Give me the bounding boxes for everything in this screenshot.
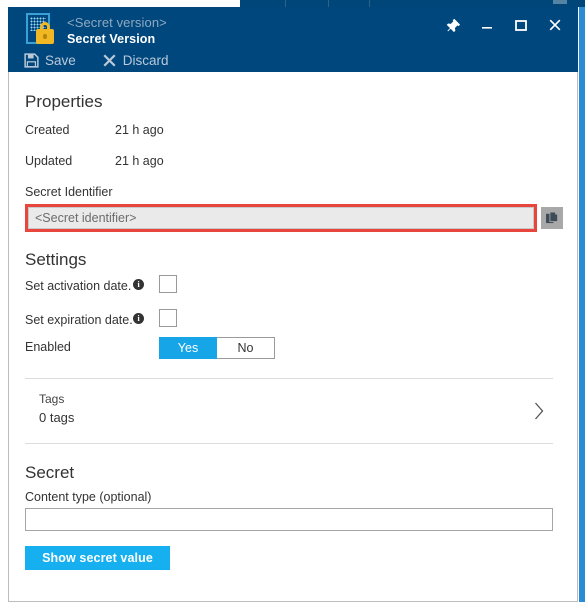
top-strip [0,0,585,7]
copy-icon[interactable] [541,207,563,229]
maximize-icon[interactable] [504,11,538,39]
content-type-label: Content type (optional) [25,490,152,504]
save-button[interactable]: Save [18,51,82,70]
key-vault-secret-icon [22,12,58,48]
top-strip-gloss [553,0,567,4]
tags-row[interactable]: Tags 0 tags [25,378,553,444]
title-bar: <Secret version> Secret Version Save Dis… [8,7,578,72]
properties-heading: Properties [25,92,103,111]
updated-value: 21 h ago [115,154,164,168]
chevron-right-icon [533,401,545,426]
set-activation-date-label: Set activation date. [25,279,132,293]
secret-identifier-input[interactable] [28,207,534,229]
enabled-toggle-yes[interactable]: Yes [159,337,217,359]
info-icon[interactable]: i [133,313,144,324]
enabled-label: Enabled [25,340,71,354]
close-icon[interactable] [538,11,572,39]
tags-label: Tags [39,392,65,406]
pin-icon[interactable] [436,11,470,39]
page-title: Secret Version [67,32,156,46]
window-controls [436,11,572,39]
secret-version-blade: <Secret version> Secret Version Save Dis… [0,0,585,602]
vertical-scrollbar[interactable] [579,0,585,602]
show-secret-value-button[interactable]: Show secret value [25,546,170,570]
blade-content-panel: Properties Created 21 h ago Updated 21 h… [8,72,578,602]
discard-icon [102,53,117,68]
save-icon [24,53,39,68]
discard-label: Discard [122,53,169,68]
command-toolbar: Save Discard [18,51,175,70]
settings-heading: Settings [25,250,87,269]
enabled-toggle-no[interactable]: No [217,337,275,359]
top-strip-tick [328,0,329,7]
created-label: Created [25,123,70,137]
minimize-icon[interactable] [470,11,504,39]
secret-identifier-highlight [25,204,537,232]
top-strip-blank [0,0,240,7]
save-label: Save [45,53,76,68]
created-value: 21 h ago [115,123,164,137]
info-icon[interactable]: i [133,279,144,290]
secret-identifier-label: Secret Identifier [25,185,113,199]
top-strip-tick [369,0,370,7]
content-type-input[interactable] [25,508,553,531]
set-expiration-date-label: Set expiration date. [25,313,133,327]
set-expiration-date-checkbox[interactable] [159,309,177,327]
set-activation-date-checkbox[interactable] [159,275,177,293]
enabled-toggle: Yes No [159,337,275,359]
tags-count: 0 tags [39,410,75,425]
window-subtitle: <Secret version> [67,15,167,30]
updated-label: Updated [25,154,73,168]
content-area: Properties Created 21 h ago Updated 21 h… [9,72,577,600]
discard-button[interactable]: Discard [96,51,175,70]
secret-heading: Secret [25,463,75,482]
top-strip-tick [285,0,286,7]
